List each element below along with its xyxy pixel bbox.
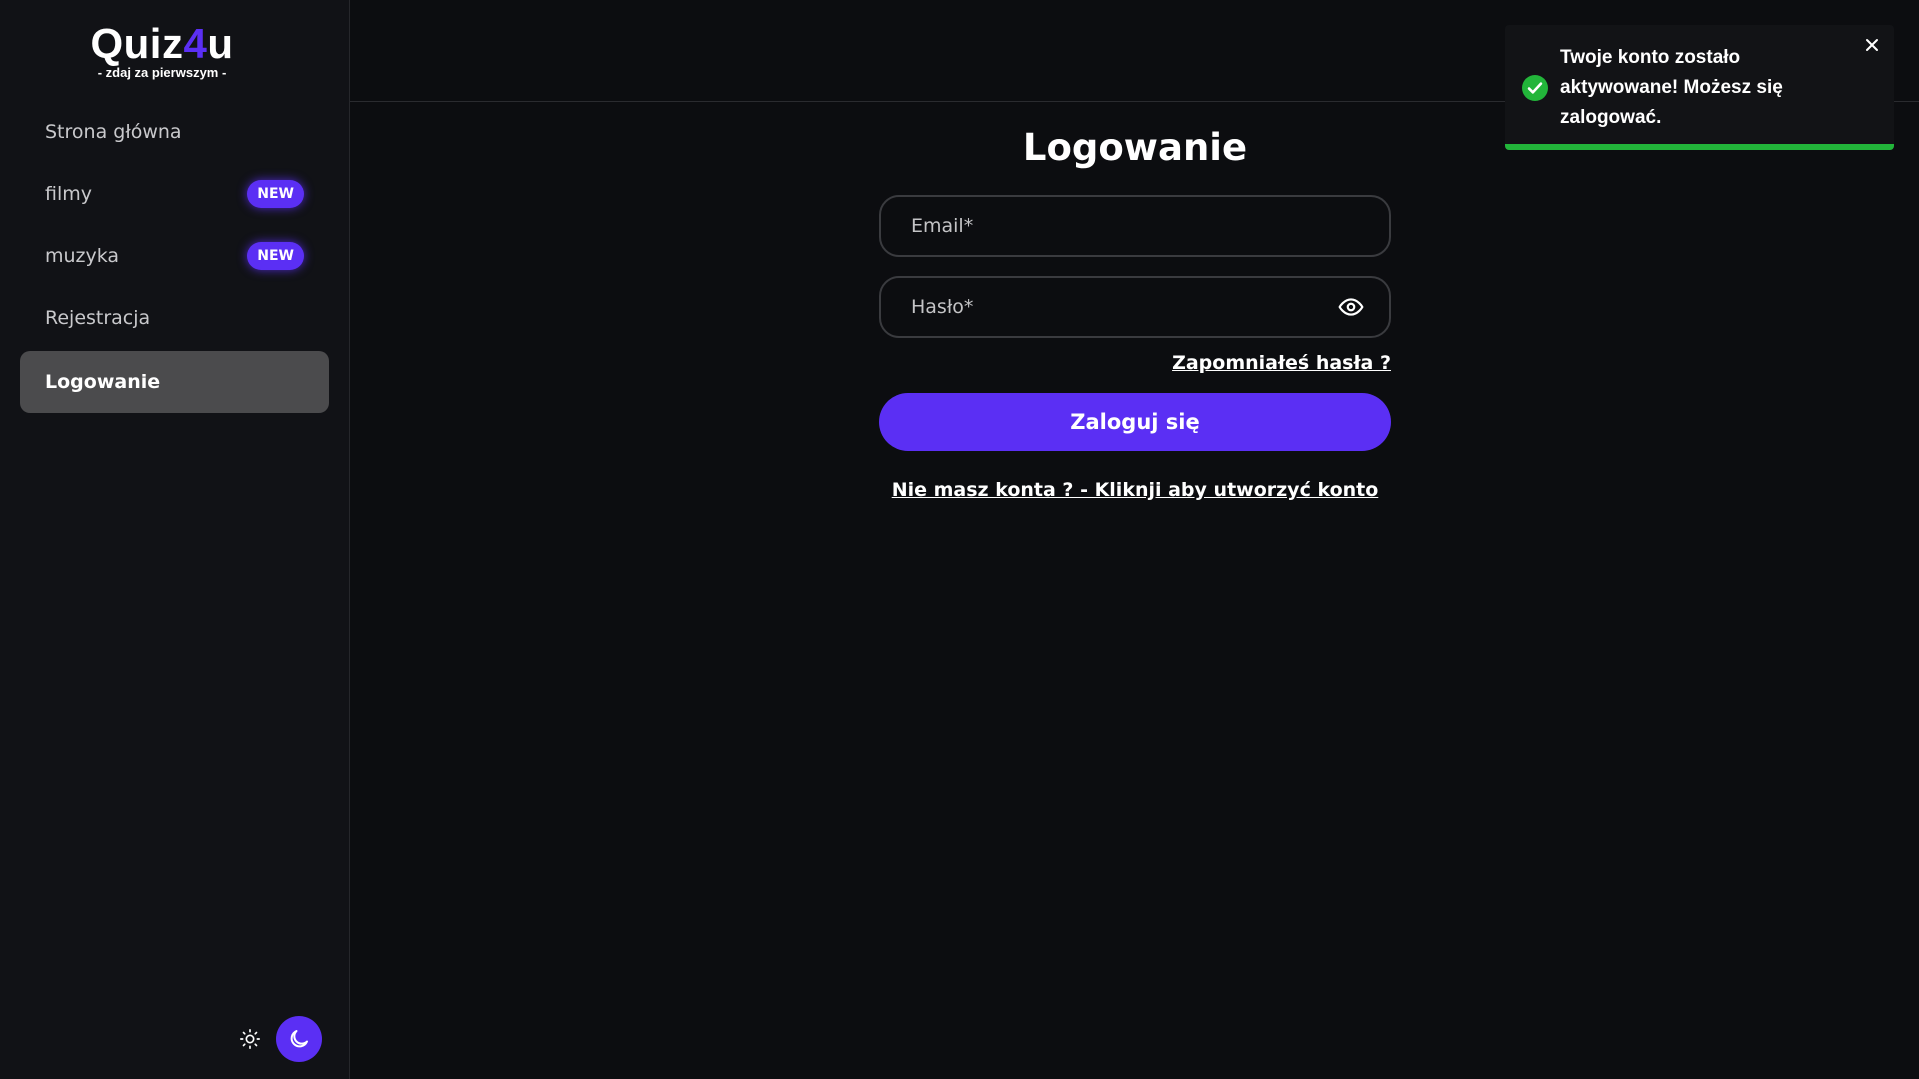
forgot-password-label[interactable]: Zapomniałeś hasła ? (1172, 352, 1391, 374)
toast-progress-bar (1505, 144, 1894, 150)
light-theme-button[interactable] (234, 1023, 266, 1055)
toast-close-button[interactable] (1860, 33, 1884, 57)
email-field[interactable] (879, 195, 1391, 257)
new-badge: NEW (247, 242, 304, 270)
password-field[interactable] (879, 276, 1391, 338)
dark-theme-button[interactable] (276, 1016, 322, 1062)
success-toast: Twoje konto zostało aktywowane! Możesz s… (1505, 25, 1894, 150)
sidebar-item-register[interactable]: Rejestracja (20, 287, 329, 349)
login-button[interactable]: Zaloguj się (879, 393, 1391, 451)
show-password-button[interactable] (1337, 293, 1365, 321)
forgot-password-link[interactable]: Zapomniałeś hasła ? (879, 352, 1391, 378)
email-input[interactable] (909, 214, 1313, 238)
sidebar-item-music[interactable]: muzyka NEW (20, 225, 329, 287)
sidebar-item-login[interactable]: Logowanie (20, 351, 329, 413)
sun-icon (240, 1029, 260, 1049)
check-circle-icon (1522, 75, 1548, 101)
sidebar-item-label: filmy (45, 183, 92, 205)
toast-message: Twoje konto zostało aktywowane! Możesz s… (1560, 47, 1783, 128)
page-title: Logowanie (1022, 126, 1248, 169)
sidebar: Quiz4u - zdaj za pierwszym - Strona głów… (0, 0, 350, 1079)
register-link[interactable]: Nie masz konta ? - Kliknji aby utworzyć … (879, 479, 1391, 501)
sidebar-item-label: muzyka (45, 245, 120, 267)
logo-title-part1: Quiz (90, 20, 184, 67)
sidebar-item-home[interactable]: Strona główna (20, 101, 329, 163)
sidebar-item-label: Logowanie (45, 371, 161, 393)
eye-icon (1338, 298, 1364, 316)
register-link-label[interactable]: Nie masz konta ? - Kliknji aby utworzyć … (892, 479, 1379, 501)
logo[interactable]: Quiz4u - zdaj za pierwszym - (0, 22, 324, 80)
close-icon (1866, 39, 1878, 51)
moon-icon (290, 1030, 308, 1048)
sidebar-item-movies[interactable]: filmy NEW (20, 163, 329, 225)
password-input[interactable] (909, 295, 1313, 319)
theme-switch (234, 1016, 322, 1062)
logo-title-accent: 4 (183, 20, 208, 67)
new-badge: NEW (247, 180, 304, 208)
logo-subtitle: - zdaj za pierwszym - (97, 65, 227, 80)
logo-title-part2: u (207, 20, 234, 67)
login-form: Logowanie Zapomniałeś hasła ? Zaloguj si… (879, 120, 1391, 501)
sidebar-nav: Strona główna filmy NEW muzyka NEW Rejes… (20, 101, 329, 413)
logo-title: Quiz4u (0, 22, 324, 66)
sidebar-item-label: Strona główna (45, 121, 182, 143)
sidebar-item-label: Rejestracja (45, 307, 151, 329)
